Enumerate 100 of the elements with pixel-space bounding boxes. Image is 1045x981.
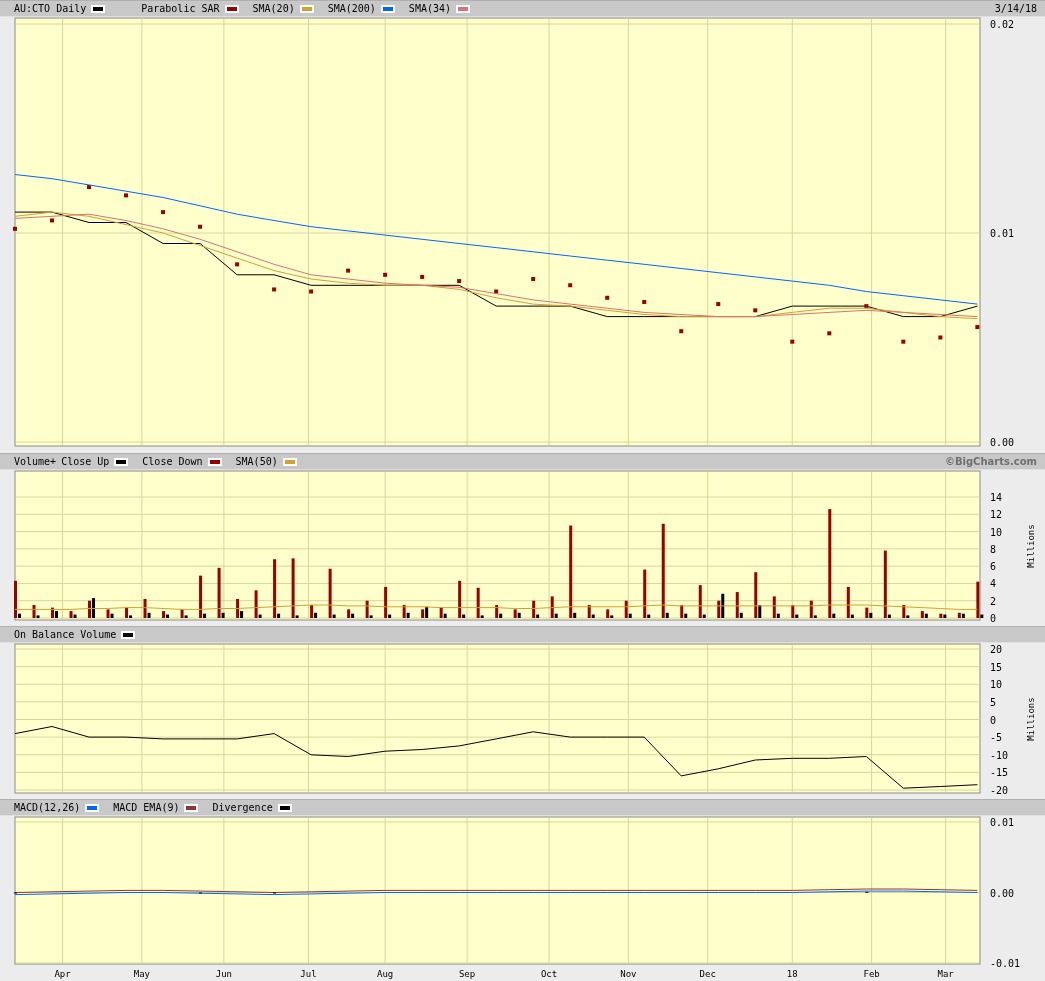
y-axis-label: -5 (990, 732, 1003, 744)
down-volume-bar (513, 609, 517, 618)
up-volume-bar (332, 614, 336, 618)
down-volume-bar (199, 575, 203, 618)
up-volume-bar (517, 612, 521, 618)
x-axis-label: Dec (699, 969, 716, 979)
y-axis-label: 0.00 (990, 437, 1015, 448)
down-volume-bar (125, 607, 129, 618)
up-volume-bar (462, 614, 466, 618)
down-volume-bar (88, 600, 92, 618)
legend-label: MACD(12,26) (14, 802, 81, 813)
down-volume-bar (920, 611, 924, 618)
x-axis-label: Jul (300, 969, 317, 979)
legend-title: Volume+ (14, 456, 57, 467)
legend-label: Parabolic SAR (141, 3, 220, 14)
down-volume-bar (14, 580, 17, 618)
up-volume-bar (129, 615, 133, 618)
down-volume-bar (217, 567, 221, 618)
y-axis-label: -15 (990, 767, 1009, 779)
down-volume-bar (365, 600, 369, 618)
axis-unit: Millions (1026, 524, 1036, 568)
up-volume-bar (813, 615, 817, 618)
down-volume-bar (421, 609, 425, 618)
down-volume-bar (291, 558, 295, 618)
up-volume-bar (980, 614, 984, 618)
y-axis-label: 0 (990, 613, 997, 622)
y-axis-label: 8 (990, 543, 997, 555)
up-volume-bar (943, 614, 947, 618)
down-volume-bar (606, 609, 610, 618)
legend-label: SMA(50) (235, 456, 278, 467)
down-volume-bar (476, 587, 480, 618)
up-volume-bar (961, 613, 965, 618)
down-volume-bar (624, 600, 628, 618)
legend-label: SMA(200) (327, 3, 376, 14)
y-axis-label: 0.01 (990, 228, 1015, 239)
down-volume-bar (439, 607, 443, 618)
x-axis-label: Oct (540, 969, 558, 979)
up-volume-bar (869, 612, 873, 618)
legend-label: Close Up (61, 456, 110, 467)
y-axis-label: 10 (990, 526, 1003, 538)
x-axis-label: Mar (937, 969, 954, 979)
credit-text: ©BigCharts.com (944, 456, 1037, 467)
up-volume-bar (850, 614, 854, 618)
up-volume-bar (906, 615, 910, 618)
down-volume-bar (809, 600, 813, 618)
up-volume-bar (610, 615, 614, 618)
legend-label: AU:CTO Daily (14, 3, 87, 14)
down-volume-bar (51, 607, 54, 618)
x-axis-label: Apr (54, 969, 71, 979)
down-volume-bar (791, 605, 795, 618)
up-volume-bar (924, 613, 928, 618)
down-volume-bar (698, 585, 702, 618)
y-axis-label: 4 (990, 578, 997, 590)
x-axis-label: 18 (786, 969, 798, 979)
down-volume-bar (32, 605, 36, 618)
down-volume-bar (939, 613, 943, 618)
up-volume-bar (480, 615, 484, 618)
y-axis-label: -10 (990, 749, 1009, 761)
x-axis-label: May (133, 969, 151, 979)
legend-label: SMA(34) (408, 3, 451, 14)
y-axis-label: 2 (990, 595, 997, 607)
up-volume-bar (369, 615, 373, 618)
up-volume-bar (702, 614, 706, 618)
down-volume-bar (143, 599, 147, 618)
down-volume-bar (957, 612, 961, 618)
up-volume-bar (314, 612, 318, 618)
up-volume-bar (36, 615, 40, 618)
up-volume-bar (536, 614, 540, 618)
up-volume-bar (351, 613, 355, 618)
down-volume-bar (347, 609, 351, 618)
up-volume-bar (388, 614, 392, 618)
up-volume-bar (184, 615, 188, 618)
y-axis-label: 0 (990, 714, 997, 726)
y-axis-label: 0.02 (990, 19, 1015, 30)
up-volume-bar (73, 614, 77, 618)
down-volume-bar (402, 605, 406, 618)
axis-unit: Millions (1026, 697, 1036, 741)
y-axis-label: 6 (990, 561, 997, 573)
legend-label: Divergence (212, 802, 273, 813)
x-axis-label: Feb (863, 969, 880, 979)
up-volume-bar (92, 598, 96, 618)
up-volume-bar (721, 593, 725, 618)
down-volume-bar (106, 609, 110, 618)
down-volume-bar (550, 596, 554, 618)
x-axis-label: Nov (620, 969, 637, 979)
up-volume-bar (758, 605, 762, 618)
y-axis-label: 15 (990, 661, 1003, 673)
legend-label: SMA(20) (252, 3, 295, 14)
y-axis-label: -20 (990, 785, 1009, 795)
x-axis-label: Jun (215, 969, 232, 979)
y-axis-label: 0.01 (990, 817, 1015, 828)
down-volume-bar (328, 568, 332, 618)
down-volume-bar (69, 611, 73, 618)
down-volume-bar (310, 605, 314, 618)
y-axis-label: 14 (990, 492, 1003, 503)
up-volume-bar (647, 614, 651, 618)
down-volume-bar (162, 611, 166, 618)
up-volume-bar (166, 614, 170, 618)
down-volume-bar (384, 586, 388, 618)
down-volume-bar (865, 607, 869, 618)
